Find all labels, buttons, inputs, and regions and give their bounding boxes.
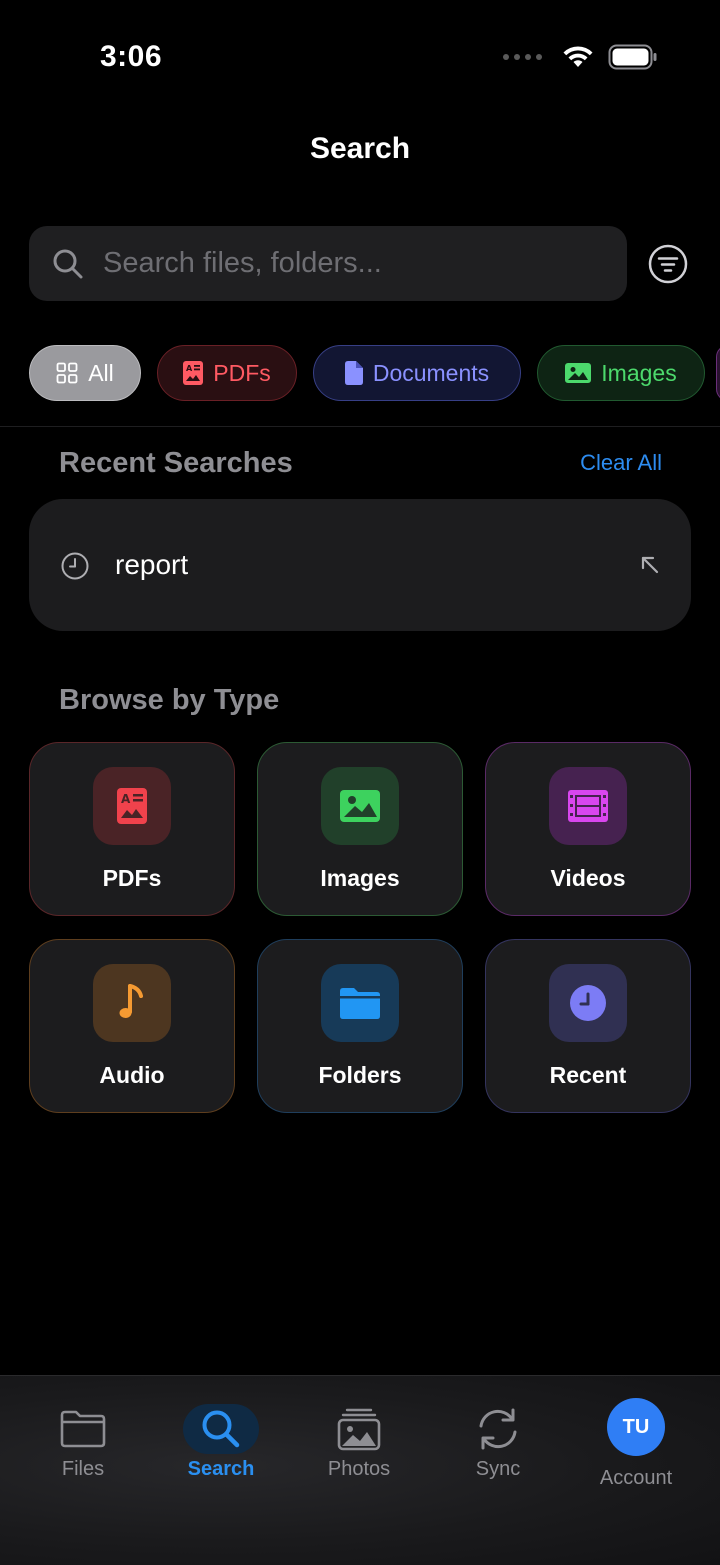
chip-documents[interactable]: Documents [313, 345, 521, 401]
folder-icon [321, 964, 399, 1042]
status-indicators [503, 44, 658, 70]
image-icon [321, 767, 399, 845]
status-bar: 3:06 [0, 0, 720, 110]
tab-label: Files [61, 1458, 105, 1480]
chip-all[interactable]: All [29, 345, 141, 401]
chip-pdfs[interactable]: A PDFs [157, 345, 297, 401]
pdf-icon: A [93, 767, 171, 845]
wifi-icon [563, 46, 593, 67]
status-time: 3:06 [100, 40, 163, 73]
tab-sync[interactable]: Sync [438, 1376, 558, 1516]
photos-icon [321, 1404, 397, 1454]
chip-videos-partial[interactable] [716, 345, 720, 401]
clear-all-button[interactable]: Clear All [580, 450, 662, 476]
tab-bar: Files Search Photos Sync TU Account [0, 1375, 720, 1565]
tab-files[interactable]: Files [23, 1376, 143, 1516]
filter-button[interactable] [646, 242, 690, 286]
page-title: Search [309, 132, 411, 165]
avatar: TU [607, 1398, 665, 1456]
tab-label: Sync [475, 1458, 521, 1480]
cellular-signal-icon [503, 54, 542, 60]
chip-label: PDFs [213, 359, 271, 386]
chip-label: All [88, 359, 114, 386]
type-card-audio[interactable]: Audio [29, 939, 235, 1113]
type-label: Images [320, 865, 400, 891]
film-icon [549, 767, 627, 845]
type-card-folders[interactable]: Folders [257, 939, 463, 1113]
image-icon [565, 363, 592, 383]
search-icon [183, 1404, 259, 1454]
tab-label: Photos [327, 1458, 391, 1480]
tab-label: Account [599, 1467, 673, 1489]
recent-search-text: report [115, 549, 189, 580]
chip-images[interactable]: Images [537, 345, 705, 401]
svg-text:A: A [121, 792, 131, 806]
tab-label: Search [187, 1458, 255, 1480]
pdf-icon: A [183, 361, 204, 385]
recent-search-item[interactable]: report [29, 499, 691, 631]
type-card-pdfs[interactable]: A PDFs [29, 742, 235, 916]
type-label: Audio [99, 1062, 165, 1088]
type-label: PDFs [102, 865, 162, 891]
search-input[interactable] [103, 247, 583, 280]
clock-icon [549, 964, 627, 1042]
search-icon [53, 249, 83, 278]
chip-label: Images [601, 359, 677, 386]
svg-text:A: A [186, 364, 193, 373]
type-label: Recent [549, 1062, 627, 1088]
divider [0, 426, 720, 427]
type-label: Videos [550, 865, 626, 891]
clock-icon [61, 552, 89, 580]
type-label: Folders [318, 1062, 402, 1088]
grid-icon [56, 362, 78, 384]
recent-searches-title: Recent Searches [59, 447, 293, 479]
music-note-icon [93, 964, 171, 1042]
tab-account[interactable]: TU Account [576, 1376, 696, 1516]
tab-photos[interactable]: Photos [299, 1376, 419, 1516]
browse-by-type-title: Browse by Type [59, 684, 280, 716]
document-icon [344, 361, 363, 385]
chip-label: Documents [372, 359, 490, 386]
type-card-recent[interactable]: Recent [485, 939, 691, 1113]
sync-icon [460, 1404, 536, 1454]
folder-icon [45, 1404, 121, 1454]
battery-icon [608, 44, 657, 70]
type-card-images[interactable]: Images [257, 742, 463, 916]
type-card-videos[interactable]: Videos [485, 742, 691, 916]
tab-search[interactable]: Search [161, 1376, 281, 1516]
search-bar[interactable] [29, 226, 627, 301]
arrow-up-left-icon[interactable] [639, 554, 661, 576]
filter-chips: All A PDFs Documents Images [29, 345, 705, 401]
